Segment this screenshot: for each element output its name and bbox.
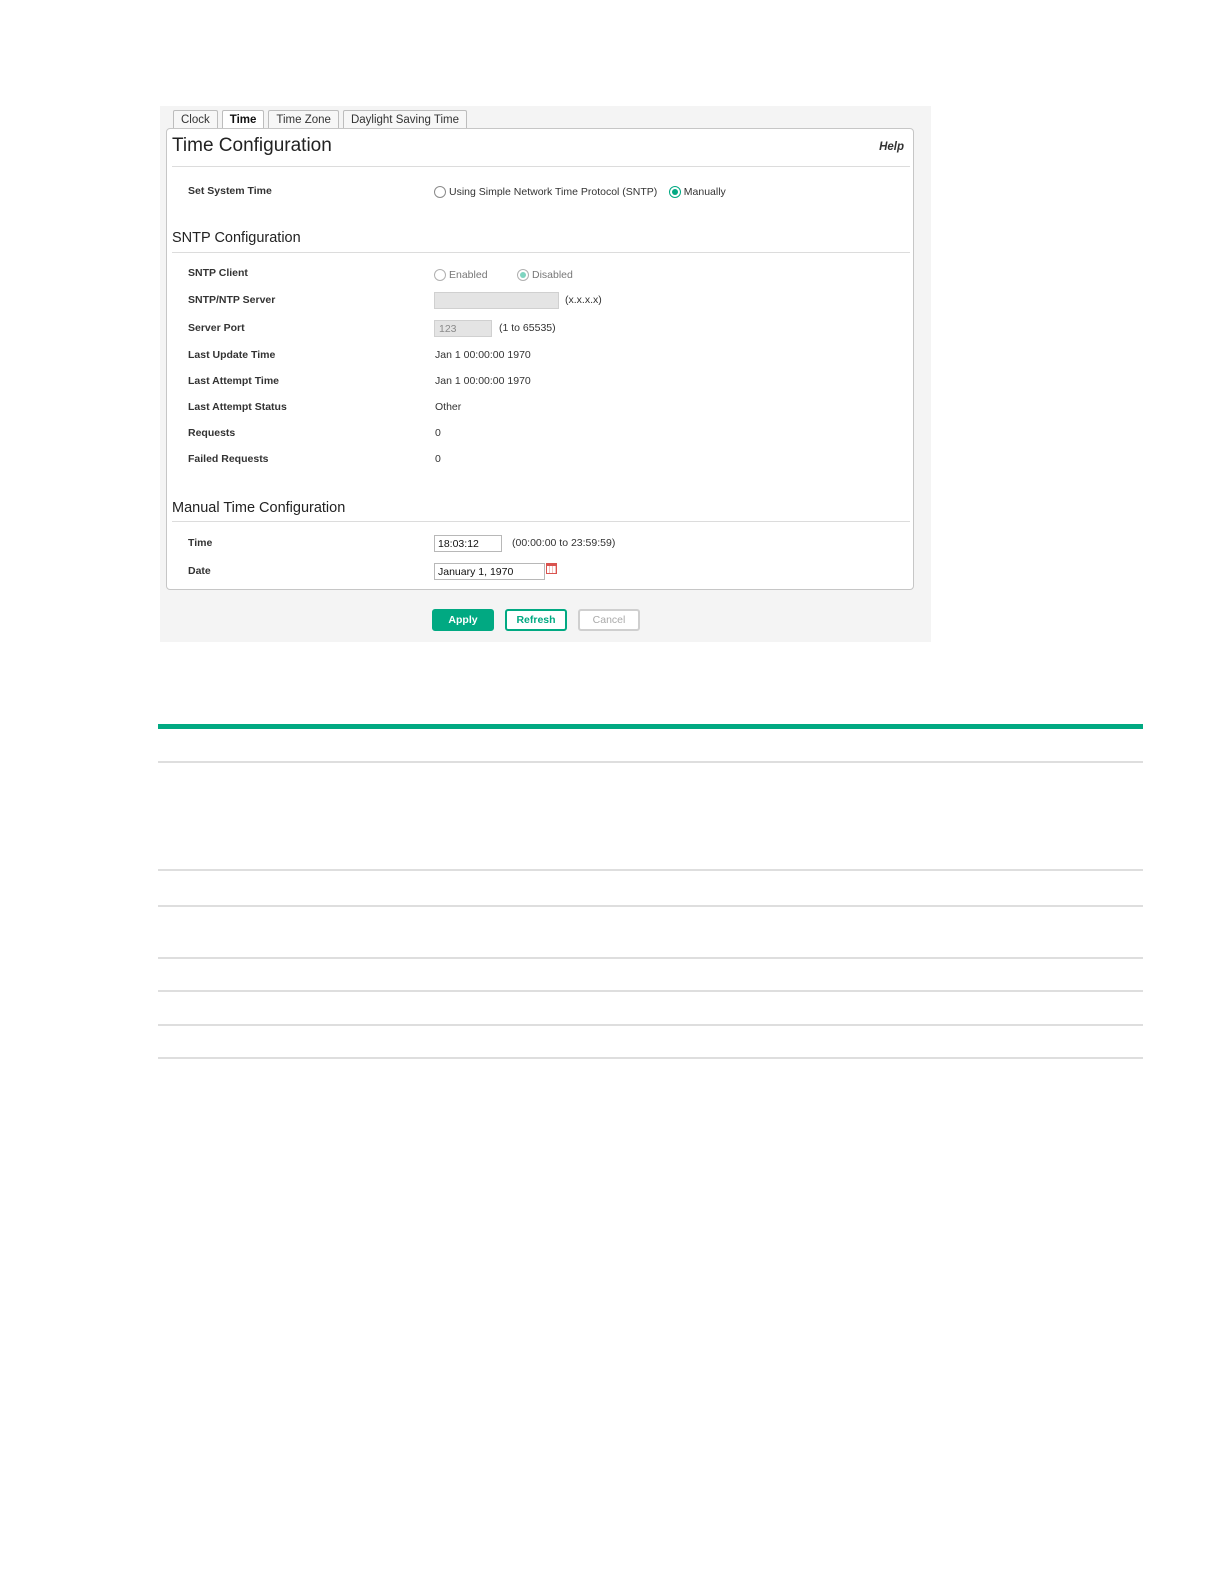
- refresh-button[interactable]: Refresh: [505, 609, 567, 631]
- sntp-disabled-label: Disabled: [532, 268, 573, 281]
- sntp-server-input[interactable]: [434, 292, 559, 309]
- title-divider: [172, 166, 910, 167]
- tab-time-zone[interactable]: Time Zone: [268, 110, 339, 129]
- time-input[interactable]: 18:03:12: [434, 535, 502, 552]
- sntp-disabled-radio[interactable]: [517, 268, 529, 281]
- set-system-time-label: Set System Time: [188, 185, 272, 197]
- table-rule: [158, 869, 1143, 871]
- date-input[interactable]: January 1, 1970: [434, 563, 545, 580]
- last-attempt-time-label: Last Attempt Time: [188, 375, 280, 387]
- apply-button[interactable]: Apply: [432, 609, 494, 631]
- requests-value: 0: [435, 427, 441, 439]
- table-rule: [158, 1057, 1143, 1059]
- sntp-radio[interactable]: [434, 185, 446, 198]
- sntp-enabled-label: Enabled: [449, 268, 488, 281]
- server-port-label: Server Port: [188, 322, 245, 334]
- sntp-enabled-radio[interactable]: [434, 268, 446, 281]
- tab-bar: Clock Time Time Zone Daylight Saving Tim…: [173, 110, 467, 130]
- sntp-option-label: Using Simple Network Time Protocol (SNTP…: [449, 185, 658, 198]
- screenshot-frame: Clock Time Time Zone Daylight Saving Tim…: [160, 106, 931, 642]
- manually-radio[interactable]: [668, 185, 681, 198]
- manual-section-title: Manual Time Configuration: [172, 500, 346, 516]
- table-rule: [158, 1024, 1143, 1026]
- last-update-time-value: Jan 1 00:00:00 1970: [435, 349, 531, 361]
- time-label: Time: [188, 537, 213, 549]
- server-port-input[interactable]: 123: [434, 320, 492, 337]
- tab-time[interactable]: Time: [221, 110, 265, 130]
- sntp-client-options: Enabled Disabled: [434, 266, 573, 284]
- cancel-button[interactable]: Cancel: [578, 609, 640, 631]
- last-attempt-status-value: Other: [435, 401, 462, 413]
- sntp-client-label: SNTP Client: [188, 267, 248, 279]
- requests-label: Requests: [188, 427, 236, 439]
- table-rule: [158, 957, 1143, 959]
- table-rule: [158, 990, 1143, 992]
- server-port-hint: (1 to 65535): [499, 322, 556, 334]
- table-rule: [158, 761, 1143, 763]
- date-label: Date: [188, 565, 211, 577]
- table-header-rule: [158, 724, 1143, 729]
- time-hint: (00:00:00 to 23:59:59): [512, 537, 616, 549]
- set-system-time-options: Using Simple Network Time Protocol (SNTP…: [434, 183, 726, 201]
- manual-divider: [172, 521, 910, 522]
- sntp-server-hint: (x.x.x.x): [565, 294, 602, 306]
- last-update-time-label: Last Update Time: [188, 349, 276, 361]
- last-attempt-time-value: Jan 1 00:00:00 1970: [435, 375, 531, 387]
- failed-requests-value: 0: [435, 453, 441, 465]
- last-attempt-status-label: Last Attempt Status: [188, 401, 287, 413]
- tab-clock[interactable]: Clock: [173, 110, 218, 129]
- calendar-icon[interactable]: [546, 563, 557, 574]
- table-rule: [158, 905, 1143, 907]
- tab-daylight-saving-time[interactable]: Daylight Saving Time: [342, 110, 467, 129]
- failed-requests-label: Failed Requests: [188, 453, 269, 465]
- panel-title: Time Configuration: [172, 135, 332, 156]
- time-configuration-panel: Time Configuration Help Set System Time …: [166, 128, 914, 590]
- help-link[interactable]: Help: [879, 141, 904, 153]
- manually-option-label: Manually: [683, 185, 726, 198]
- sntp-divider: [172, 252, 910, 253]
- sntp-section-title: SNTP Configuration: [172, 230, 301, 246]
- sntp-server-label: SNTP/NTP Server: [188, 294, 276, 306]
